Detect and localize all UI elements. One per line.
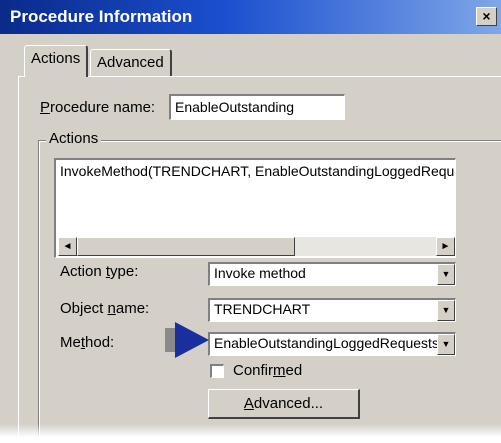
list-item[interactable]: InvokeMethod(TRENDCHART, EnableOutstandi… bbox=[60, 163, 455, 179]
confirmed-checkbox[interactable] bbox=[210, 364, 224, 378]
advanced-button[interactable]: Advanced... bbox=[208, 389, 360, 419]
method-select[interactable]: EnableOutstandingLoggedRequests ▼ bbox=[208, 332, 456, 356]
chevron-down-icon: ▼ bbox=[441, 339, 451, 349]
arrow-pointer-icon bbox=[165, 322, 209, 358]
procedure-name-label: Procedure name: bbox=[40, 99, 156, 116]
scroll-left-button[interactable]: ◄ bbox=[58, 237, 77, 256]
tab-advanced-label: Advanced bbox=[97, 54, 164, 71]
method-label: Method: bbox=[60, 334, 115, 351]
chevron-down-icon: ▼ bbox=[441, 305, 451, 315]
actions-group-legend: Actions bbox=[46, 130, 102, 147]
method-dropdown-button[interactable]: ▼ bbox=[437, 334, 455, 355]
method-value: EnableOutstandingLoggedRequests bbox=[214, 335, 439, 351]
object-name-dropdown-button[interactable]: ▼ bbox=[437, 300, 455, 321]
action-type-dropdown-button[interactable]: ▼ bbox=[437, 264, 455, 285]
close-icon: × bbox=[482, 8, 491, 24]
window-title: Procedure Information bbox=[10, 7, 193, 26]
bottom-fade bbox=[0, 424, 501, 443]
object-name-value: TRENDCHART bbox=[214, 301, 311, 317]
actions-listbox[interactable]: InvokeMethod(TRENDCHART, EnableOutstandi… bbox=[54, 158, 456, 258]
procedure-information-dialog: Procedure Information × Actions Advanced… bbox=[0, 0, 501, 443]
scroll-thumb[interactable] bbox=[77, 237, 295, 256]
title-bar[interactable]: Procedure Information × bbox=[0, 0, 501, 34]
tab-actions[interactable]: Actions bbox=[24, 45, 89, 77]
chevron-right-icon: ► bbox=[440, 241, 451, 252]
chevron-down-icon: ▼ bbox=[441, 269, 451, 279]
tab-advanced[interactable]: Advanced bbox=[90, 49, 172, 77]
action-type-select[interactable]: Invoke method ▼ bbox=[208, 262, 456, 286]
close-button[interactable]: × bbox=[476, 7, 497, 26]
chevron-left-icon: ◄ bbox=[62, 241, 73, 252]
tab-actions-label: Actions bbox=[31, 50, 81, 67]
confirmed-label[interactable]: Confirmed bbox=[233, 362, 302, 379]
object-name-select[interactable]: TRENDCHART ▼ bbox=[208, 298, 456, 322]
scroll-right-button[interactable]: ► bbox=[436, 237, 455, 256]
action-type-value: Invoke method bbox=[214, 265, 306, 281]
procedure-name-input[interactable]: EnableOutstanding bbox=[169, 94, 345, 120]
action-type-label: Action type: bbox=[60, 263, 139, 280]
horizontal-scrollbar[interactable]: ◄ ► bbox=[58, 237, 455, 256]
object-name-label: Object name: bbox=[60, 300, 150, 317]
